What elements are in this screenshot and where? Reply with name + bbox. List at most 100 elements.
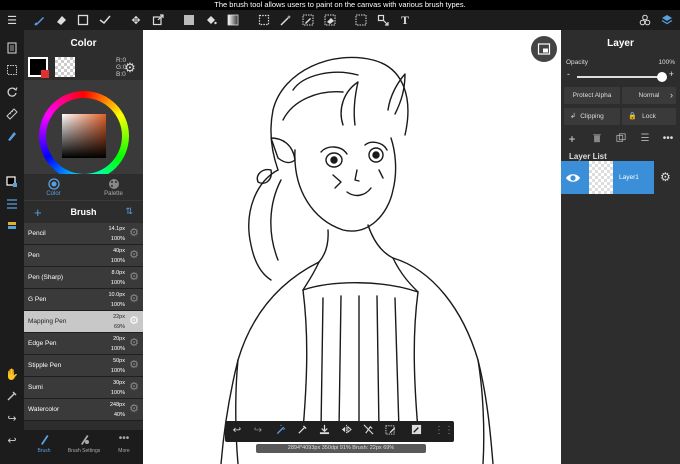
- square-icon[interactable]: [75, 12, 91, 28]
- hand-icon[interactable]: ✋: [4, 366, 20, 382]
- tab-more[interactable]: ••• More: [104, 432, 144, 454]
- brush-gear-icon[interactable]: ⚙: [128, 293, 140, 305]
- select-move-icon[interactable]: [353, 12, 369, 28]
- select-pen-icon[interactable]: [300, 12, 316, 28]
- selection-layer-icon[interactable]: [4, 62, 20, 78]
- layer-row[interactable]: Layer1: [561, 161, 654, 194]
- layer-panel-title: Layer: [607, 38, 634, 49]
- undo-icon[interactable]: ↩: [230, 424, 244, 438]
- tab-brush[interactable]: Brush: [24, 432, 64, 454]
- bucket-icon[interactable]: [203, 12, 219, 28]
- delete-layer-icon[interactable]: [591, 133, 603, 145]
- pen-assist-icon[interactable]: [4, 128, 20, 144]
- brush-gear-icon[interactable]: ⚙: [128, 315, 140, 327]
- layer-actions: + ☰ •••: [561, 130, 680, 148]
- brush-item[interactable]: Stipple Pen 50px 100% ⚙: [24, 355, 143, 377]
- grip-icon[interactable]: ⋮⋮: [434, 424, 454, 438]
- brush-gear-icon[interactable]: ⚙: [128, 359, 140, 371]
- tab-color[interactable]: Color: [24, 174, 83, 200]
- text-icon[interactable]: T: [397, 12, 413, 28]
- color-tabs: Color Palette: [24, 174, 143, 200]
- move-icon[interactable]: ✥: [128, 12, 144, 28]
- clipping-button[interactable]: ↲ Clipping: [564, 108, 620, 125]
- brush-item[interactable]: Pencil 14.1px 100% ⚙: [24, 223, 143, 245]
- ruler-icon[interactable]: [4, 106, 20, 122]
- layer-thumbnail: [589, 161, 613, 194]
- opacity-decrease-icon[interactable]: -: [567, 69, 570, 79]
- opacity-increase-icon[interactable]: +: [669, 69, 674, 79]
- brush-item[interactable]: Watercolor 248px 40% ⚙: [24, 399, 143, 421]
- eye-icon[interactable]: [565, 170, 581, 186]
- brush-item[interactable]: G Pen 10.0px 100% ⚙: [24, 289, 143, 311]
- brush-gear-icon[interactable]: ⚙: [128, 337, 140, 349]
- secondary-color-swatch[interactable]: [55, 57, 75, 77]
- pages-icon[interactable]: [4, 40, 20, 56]
- protect-alpha-button[interactable]: Protect Alpha: [564, 87, 620, 104]
- fill-color-icon[interactable]: [181, 12, 197, 28]
- tab-brush-label: Brush: [37, 448, 51, 454]
- navigator-button[interactable]: [531, 36, 557, 62]
- brush-list-icon[interactable]: [4, 196, 20, 212]
- eraser-icon[interactable]: [53, 12, 69, 28]
- saturation-square[interactable]: [62, 114, 106, 158]
- undo-icon[interactable]: ↩: [4, 432, 20, 448]
- brush-item[interactable]: Pen (Sharp) 8.0px 100% ⚙: [24, 267, 143, 289]
- brush-gear-icon[interactable]: ⚙: [128, 403, 140, 415]
- brush-item[interactable]: Edge Pen 20px 100% ⚙: [24, 333, 143, 355]
- layer-stack-icon[interactable]: [4, 218, 20, 234]
- brush-gear-icon[interactable]: ⚙: [128, 381, 140, 393]
- select-eraser-icon[interactable]: [322, 12, 338, 28]
- select-rect-icon[interactable]: [256, 12, 272, 28]
- brush-item-selected[interactable]: Mapping Pen 22px 69% ⚙: [24, 311, 143, 333]
- opacity-slider[interactable]: [577, 72, 667, 82]
- tab-brush-settings[interactable]: Brush Settings: [64, 432, 104, 454]
- crop-icon[interactable]: [375, 12, 391, 28]
- brush-size: 8.0px: [111, 270, 125, 276]
- brush-size: 248px: [110, 402, 125, 408]
- transform-icon[interactable]: [150, 12, 166, 28]
- import-icon[interactable]: [317, 424, 331, 438]
- tab-more-label: More: [118, 448, 130, 454]
- magic-wand-icon[interactable]: [278, 12, 294, 28]
- redo-icon[interactable]: ↪: [4, 410, 20, 426]
- material-icon[interactable]: [637, 12, 653, 28]
- brush-gear-icon[interactable]: ⚙: [128, 249, 140, 261]
- tab-palette[interactable]: Palette: [84, 174, 143, 200]
- duplicate-layer-icon[interactable]: [615, 133, 627, 145]
- eyedropper-icon[interactable]: [4, 388, 20, 404]
- brush-gear-icon[interactable]: ⚙: [128, 271, 140, 283]
- brush-item[interactable]: Pen 40px 100% ⚙: [24, 245, 143, 267]
- primary-color-swatch[interactable]: [28, 57, 49, 78]
- redo-icon[interactable]: ↪: [251, 424, 265, 438]
- more-icon[interactable]: •••: [662, 133, 674, 145]
- rotate-icon[interactable]: [4, 84, 20, 100]
- edit-icon[interactable]: [409, 424, 423, 438]
- opacity-value: 100%: [658, 59, 675, 66]
- stabilizer-icon[interactable]: [273, 424, 287, 438]
- gradient-icon[interactable]: [225, 12, 241, 28]
- sort-icon[interactable]: ⇅: [125, 206, 133, 217]
- snap-off-icon[interactable]: [361, 424, 375, 438]
- color-swatch-icon[interactable]: [4, 174, 20, 190]
- brush-item[interactable]: Sumi 30px 100% ⚙: [24, 377, 143, 399]
- color-settings-gear-icon[interactable]: ⚙: [123, 60, 137, 75]
- brush-stroke-icon[interactable]: [97, 12, 113, 28]
- blend-mode-button[interactable]: Normal ›: [622, 87, 676, 104]
- menu-icon[interactable]: ☰: [4, 12, 20, 28]
- brush-list: Pencil 14.1px 100% ⚙ Pen 40px 100% ⚙ Pen…: [24, 223, 143, 421]
- brush-size: 10.0px: [108, 292, 125, 298]
- lock-button[interactable]: 🔒 Lock: [622, 108, 676, 125]
- layer-menu-icon[interactable]: ☰: [639, 133, 651, 145]
- clear-selection-icon[interactable]: [383, 424, 397, 438]
- layer-settings-gear-icon[interactable]: ⚙: [660, 170, 674, 184]
- brush-icon[interactable]: [32, 12, 48, 28]
- opacity-slider-knob[interactable]: [657, 72, 667, 82]
- brush-gear-icon[interactable]: ⚙: [128, 227, 140, 239]
- app-window: The brush tool allows users to paint on …: [0, 0, 680, 464]
- add-layer-icon[interactable]: +: [566, 133, 578, 145]
- tab-palette-label: Palette: [104, 191, 123, 197]
- drawing-canvas[interactable]: [143, 30, 561, 464]
- flip-icon[interactable]: [339, 424, 353, 438]
- canvas-eyedropper-icon[interactable]: [295, 424, 309, 438]
- layers-icon[interactable]: [659, 12, 675, 28]
